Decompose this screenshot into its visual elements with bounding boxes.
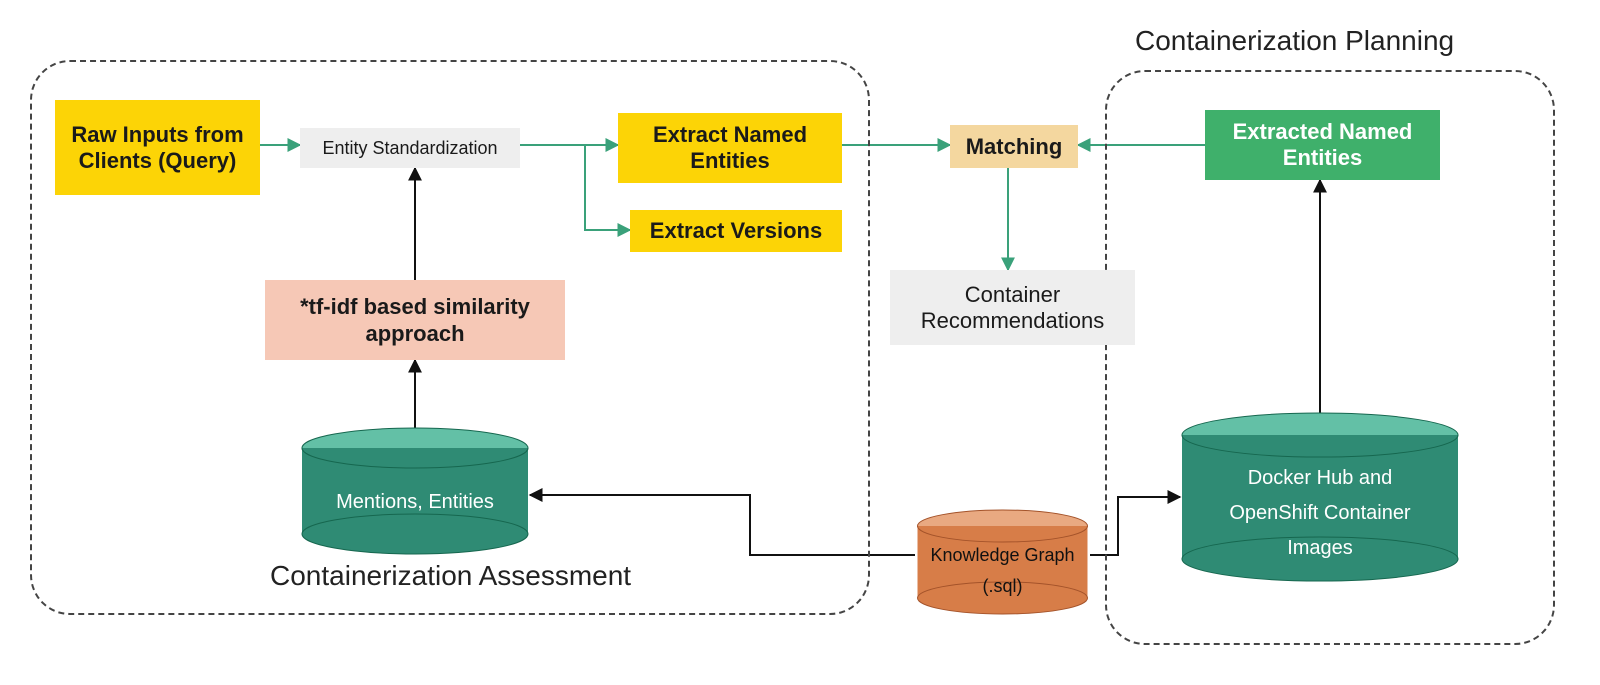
node-raw-inputs: Raw Inputs from Clients (Query)	[55, 100, 260, 195]
node-matching-label: Matching	[960, 130, 1069, 164]
node-tfidf-label: *tf-idf based similarity approach	[265, 289, 565, 352]
db-kg-line2: (.sql)	[977, 571, 1029, 602]
group-assessment-title: Containerization Assessment	[270, 560, 631, 592]
node-entity-std: Entity Standardization	[300, 128, 520, 168]
db-mentions-entities: Mentions, Entities	[300, 438, 530, 546]
node-container-recs-label: Container Recommendations	[890, 278, 1135, 338]
db-docker-line1: Docker Hub and	[1242, 461, 1399, 496]
node-extracted-named-label: Extracted Named Entities	[1205, 115, 1440, 175]
db-mentions-entities-label: Mentions, Entities	[300, 472, 530, 532]
db-docker-openshift-label: Docker Hub and OpenShift Container Image…	[1180, 463, 1460, 563]
node-extracted-named: Extracted Named Entities	[1205, 110, 1440, 180]
db-mentions-entities-text: Mentions, Entities	[330, 487, 500, 518]
db-kg-line1: Knowledge Graph	[924, 540, 1080, 571]
node-tfidf: *tf-idf based similarity approach	[265, 280, 565, 360]
diagram-stage: Containerization Assessment Containeriza…	[0, 0, 1600, 685]
node-extract-versions-label: Extract Versions	[644, 214, 828, 248]
db-docker-line3: Images	[1281, 531, 1359, 566]
db-knowledge-graph-label: Knowledge Graph (.sql)	[915, 540, 1090, 602]
node-extract-named-label: Extract Named Entities	[618, 118, 842, 178]
db-docker-line2: OpenShift Container	[1223, 496, 1416, 531]
db-docker-openshift: Docker Hub and OpenShift Container Image…	[1180, 425, 1460, 575]
node-container-recs: Container Recommendations	[890, 270, 1135, 345]
db-knowledge-graph: Knowledge Graph (.sql)	[915, 518, 1090, 608]
node-extract-versions: Extract Versions	[630, 210, 842, 252]
node-raw-inputs-label: Raw Inputs from Clients (Query)	[55, 118, 260, 178]
node-entity-std-label: Entity Standardization	[316, 134, 503, 163]
group-planning-title: Containerization Planning	[1135, 25, 1454, 57]
node-matching: Matching	[950, 125, 1078, 168]
node-extract-named: Extract Named Entities	[618, 113, 842, 183]
